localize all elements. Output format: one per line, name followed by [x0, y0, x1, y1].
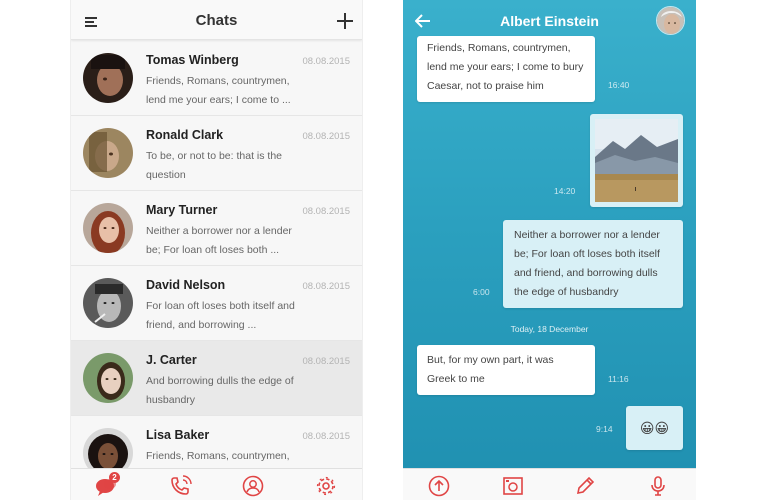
- chat-row[interactable]: Ronald Clark 08.08.2015 To be, or not to…: [71, 116, 362, 191]
- message-bubble-outgoing: 😀😀: [626, 406, 683, 450]
- avatar[interactable]: [656, 6, 685, 35]
- chats-tabbar: 2: [71, 468, 362, 500]
- chat-row[interactable]: Mary Turner 08.08.2015 Neither a borrowe…: [71, 191, 362, 266]
- contact-name: Albert Einstein: [500, 13, 599, 29]
- conversation-screen: Albert Einstein Friends, Romans, country…: [403, 0, 696, 500]
- upload-icon[interactable]: [427, 475, 451, 497]
- camera-icon[interactable]: [501, 475, 525, 497]
- chat-name: J. Carter: [146, 353, 197, 367]
- chat-name: Ronald Clark: [146, 128, 224, 142]
- avatar: [83, 128, 133, 178]
- chat-list: Tomas Winberg 08.08.2015 Friends, Romans…: [71, 41, 362, 491]
- unread-badge: 2: [109, 472, 120, 483]
- contacts-icon[interactable]: [241, 475, 265, 497]
- chat-preview: For loan oft loses both itself and frien…: [146, 300, 295, 331]
- conversation-header: Albert Einstein: [403, 0, 696, 40]
- chat-name: Lisa Baker: [146, 428, 210, 442]
- message-time: 11:16: [608, 374, 629, 384]
- avatar: [83, 203, 133, 253]
- page-title: Chats: [195, 12, 238, 29]
- message-bubble-outgoing: Neither a borrower nor a lender be; For …: [503, 220, 683, 308]
- chats-screen: Chats Tomas Winberg 08.08.2015 Friends, …: [70, 0, 363, 500]
- message-bubble-incoming: But, for my own part, it was Greek to me: [417, 345, 595, 395]
- chat-row[interactable]: David Nelson 08.08.2015 For loan oft los…: [71, 266, 362, 341]
- message-time: 16:40: [608, 80, 630, 90]
- avatar: [83, 278, 133, 328]
- chat-preview: And borrowing dulls the edge of husbandr…: [146, 375, 294, 406]
- chat-name: David Nelson: [146, 278, 226, 292]
- conversation-toolbar: [403, 468, 696, 500]
- chat-date: 08.08.2015: [302, 281, 350, 292]
- message-time: 9:14: [596, 424, 613, 434]
- chat-date: 08.08.2015: [302, 206, 350, 217]
- avatar: [83, 53, 133, 103]
- microphone-icon[interactable]: [646, 475, 670, 497]
- chat-date: 08.08.2015: [302, 356, 350, 367]
- emoji-message: 😀😀: [639, 420, 670, 436]
- plus-icon[interactable]: [337, 13, 353, 29]
- chat-name: Mary Turner: [146, 203, 218, 217]
- message-bubble-incoming: Friends, Romans, countrymen, lend me you…: [417, 36, 595, 102]
- landscape-photo: [595, 119, 678, 202]
- phone-call-icon[interactable]: [169, 475, 193, 497]
- chat-row[interactable]: Tomas Winberg 08.08.2015 Friends, Romans…: [71, 41, 362, 116]
- chat-date: 08.08.2015: [302, 56, 350, 67]
- app-showcase: Chats Tomas Winberg 08.08.2015 Friends, …: [0, 0, 759, 500]
- chats-header: Chats: [71, 0, 362, 40]
- message-time: 14:20: [554, 186, 576, 196]
- chat-name: Tomas Winberg: [146, 53, 239, 67]
- day-separator: Today, 18 December: [510, 324, 589, 334]
- message-text: But, for my own part, it was Greek to me: [427, 354, 554, 385]
- chat-row[interactable]: J. Carter 08.08.2015 And borrowing dulls…: [71, 341, 362, 416]
- pencil-icon[interactable]: [573, 475, 597, 497]
- chat-preview: To be, or not to be: that is the questio…: [146, 150, 283, 181]
- chat-date: 08.08.2015: [302, 131, 350, 142]
- chat-preview: Neither a borrower nor a lender be; For …: [146, 225, 292, 256]
- message-text: Neither a borrower nor a lender be; For …: [514, 229, 660, 298]
- message-time: 6:00: [473, 287, 490, 297]
- message-bubble-image[interactable]: [590, 114, 683, 207]
- settings-gear-icon[interactable]: [314, 475, 338, 497]
- chat-date: 08.08.2015: [302, 431, 350, 442]
- chat-bubbles-icon[interactable]: 2: [95, 472, 120, 497]
- avatar: [83, 353, 133, 403]
- message-text: Friends, Romans, countrymen, lend me you…: [427, 42, 584, 92]
- chat-preview: Friends, Romans, countrymen, lend me you…: [146, 75, 291, 106]
